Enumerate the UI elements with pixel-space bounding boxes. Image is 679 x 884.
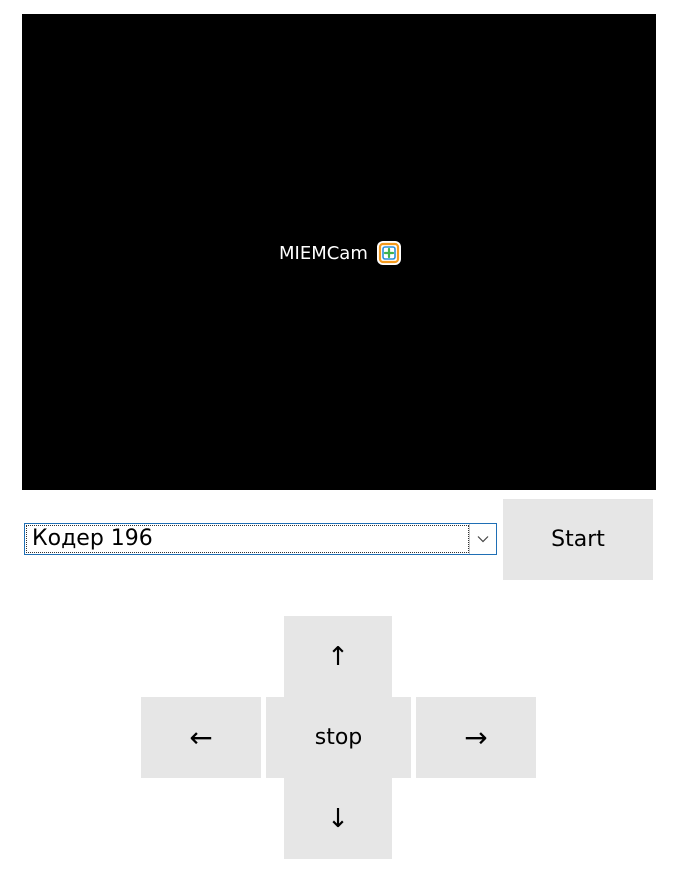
- stop-button[interactable]: stop: [266, 697, 411, 778]
- video-logo: MIEMCam: [279, 240, 402, 266]
- move-down-button[interactable]: ↓: [284, 778, 392, 859]
- encoder-select[interactable]: Кодер 196: [24, 523, 497, 555]
- video-feed: MIEMCam: [22, 14, 656, 490]
- move-right-button[interactable]: →: [416, 697, 536, 778]
- chevron-down-icon: [477, 536, 489, 543]
- miem-plus-icon: [376, 241, 401, 265]
- select-dropdown-button[interactable]: [469, 524, 496, 554]
- move-left-button[interactable]: ←: [141, 697, 261, 778]
- encoder-select-value: Кодер 196: [32, 526, 153, 551]
- start-button[interactable]: Start: [503, 499, 653, 580]
- video-logo-text: MIEMCam: [279, 242, 368, 264]
- move-up-button[interactable]: ↑: [284, 616, 392, 697]
